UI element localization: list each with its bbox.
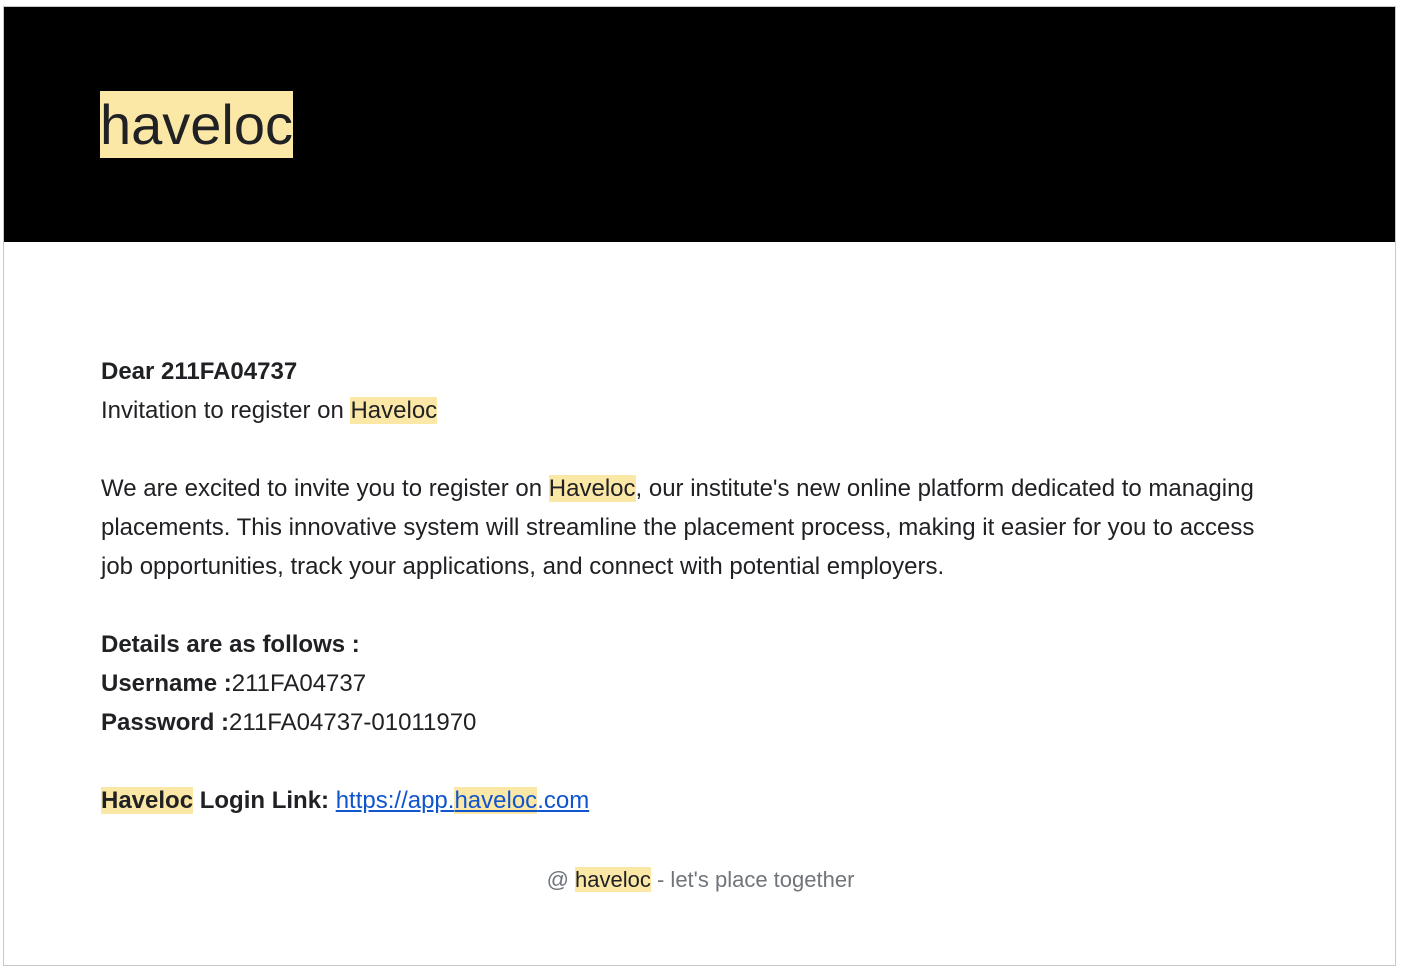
username-row: Username :211FA04737 — [101, 664, 1291, 703]
invitation-line: Invitation to register on Haveloc — [101, 391, 1291, 430]
haveloc-logo: haveloc — [100, 91, 294, 158]
email-body: haveloc Dear 211FA04737 Invitation to re… — [3, 6, 1396, 966]
password-row: Password :211FA04737-01011970 — [101, 703, 1291, 742]
recipient-id: 211FA04737 — [161, 358, 298, 385]
password-label: Password : — [101, 709, 230, 736]
login-label: Login Link: — [193, 787, 336, 814]
username-label: Username : — [101, 670, 232, 697]
login-link-prefix: https://app. — [335, 787, 455, 814]
intro-before: We are excited to invite you to register… — [101, 475, 549, 502]
intro-paragraph: We are excited to invite you to register… — [101, 469, 1291, 586]
login-row: Haveloc Login Link: https://app.haveloc.… — [101, 781, 1291, 820]
email-footer: @ haveloc - let's place together — [4, 865, 1397, 895]
login-link[interactable]: https://app.haveloc.com — [335, 787, 590, 814]
greeting: Dear 211FA04737 — [101, 352, 1291, 391]
username-value: 211FA04737 — [231, 670, 367, 697]
login-link-suffix: .com — [537, 787, 590, 814]
login-brand: Haveloc — [101, 787, 194, 814]
email-content: Dear 211FA04737 Invitation to register o… — [101, 352, 1291, 820]
password-value: 211FA04737-01011970 — [229, 709, 477, 736]
email-header-banner: haveloc — [4, 7, 1395, 242]
footer-tagline: - let's place together — [650, 867, 855, 892]
greeting-prefix: Dear — [101, 358, 162, 385]
details-heading: Details are as follows : — [101, 631, 360, 658]
footer-prefix: @ — [546, 867, 576, 892]
intro-brand: Haveloc — [548, 475, 636, 502]
footer-brand: haveloc — [575, 867, 651, 892]
login-link-brand: haveloc — [454, 787, 538, 814]
invitation-text: Invitation to register on — [101, 397, 351, 424]
invitation-brand: Haveloc — [350, 397, 438, 424]
